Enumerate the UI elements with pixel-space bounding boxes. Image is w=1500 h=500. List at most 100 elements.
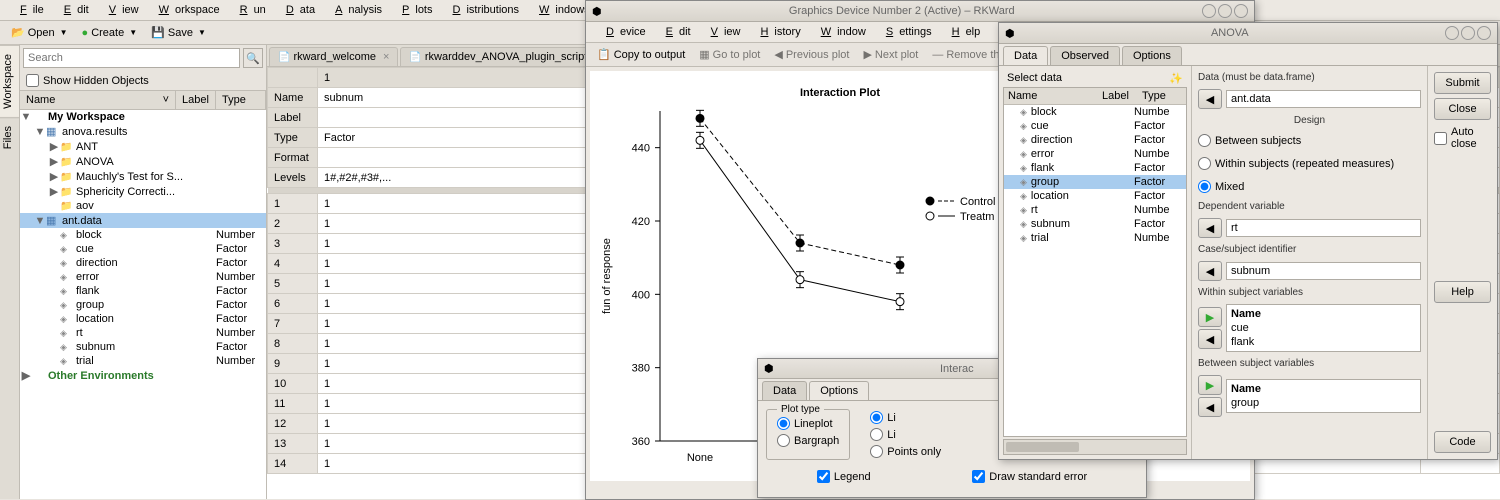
menu-settings[interactable]: Settings — [874, 24, 938, 40]
list-item[interactable]: cue — [1229, 321, 1418, 335]
menu-distributions[interactable]: Distributions — [441, 2, 526, 18]
create-button[interactable]: ●Create▼ — [77, 24, 143, 42]
graphics-titlebar[interactable]: ⬢ Graphics Device Number 2 (Active) – RK… — [586, 1, 1254, 22]
tab-options[interactable]: Options — [809, 381, 869, 400]
tree-row[interactable]: trialNumber — [20, 354, 266, 368]
close-icon[interactable]: × — [383, 51, 389, 63]
var-row[interactable]: flankFactor — [1004, 161, 1186, 175]
menu-history[interactable]: History — [748, 24, 806, 40]
help-button[interactable]: Help — [1434, 281, 1491, 303]
tree-row[interactable]: ▼ant.data — [20, 213, 266, 228]
tree-row[interactable]: blockNumber — [20, 228, 266, 242]
between-list[interactable]: Name group — [1226, 379, 1421, 413]
var-row[interactable]: errorNumbe — [1004, 147, 1186, 161]
remove-plot-button[interactable]: —Remove thi — [927, 46, 1007, 64]
save-button[interactable]: 💾Save▼ — [146, 23, 211, 42]
case-input[interactable] — [1226, 262, 1421, 280]
side-tab-workspace[interactable]: Workspace — [0, 45, 19, 117]
between-radio[interactable] — [1198, 134, 1211, 147]
prev-plot-button[interactable]: ◀Previous plot — [769, 45, 854, 64]
var-row[interactable]: blockNumbe — [1004, 105, 1186, 119]
arrow-left-button[interactable]: ◀ — [1198, 89, 1222, 109]
open-button[interactable]: 📂Open▼ — [6, 23, 73, 42]
tree-row[interactable]: aov — [20, 199, 266, 213]
submit-button[interactable]: Submit — [1434, 72, 1491, 94]
li-radio[interactable] — [870, 411, 883, 424]
menu-analysis[interactable]: Analysis — [323, 2, 388, 18]
minimize-button[interactable] — [1445, 26, 1459, 40]
tree-row[interactable]: ▶Mauchly's Test for S... — [20, 169, 266, 184]
dependent-input[interactable] — [1226, 219, 1421, 237]
bargraph-radio[interactable] — [777, 434, 790, 447]
tree-row[interactable]: cueFactor — [20, 242, 266, 256]
autoclose-checkbox[interactable] — [1434, 132, 1447, 145]
search-input[interactable] — [23, 48, 240, 68]
tree-row[interactable]: groupFactor — [20, 298, 266, 312]
tree-row[interactable]: ▶Other Environments — [20, 368, 266, 383]
scrollbar[interactable] — [1003, 439, 1187, 455]
maximize-button[interactable] — [1461, 26, 1475, 40]
tree-row[interactable]: errorNumber — [20, 270, 266, 284]
within-radio[interactable] — [1198, 157, 1211, 170]
var-row[interactable]: subnumFactor — [1004, 217, 1186, 231]
copy-output-button[interactable]: 📋Copy to output — [592, 45, 690, 64]
show-hidden-checkbox[interactable] — [26, 74, 39, 87]
menu-view[interactable]: View — [699, 24, 747, 40]
code-button[interactable]: Code — [1434, 431, 1491, 453]
var-row[interactable]: cueFactor — [1004, 119, 1186, 133]
menu-view[interactable]: View — [97, 2, 145, 18]
li2-radio[interactable] — [870, 428, 883, 441]
legend-checkbox[interactable] — [817, 470, 830, 483]
close-button[interactable] — [1234, 4, 1248, 18]
tree-row[interactable]: flankFactor — [20, 284, 266, 298]
tab-data[interactable]: Data — [762, 381, 807, 400]
arrow-left-button[interactable]: ◀ — [1198, 397, 1222, 417]
anova-titlebar[interactable]: ⬢ ANOVA — [999, 23, 1497, 44]
arrow-left-button[interactable]: ◀ — [1198, 261, 1222, 281]
close-button[interactable]: Close — [1434, 98, 1491, 120]
within-list[interactable]: Name cue flank — [1226, 304, 1421, 352]
arrow-right-button[interactable]: ▶ — [1198, 375, 1222, 395]
lineplot-radio[interactable] — [777, 417, 790, 430]
tab-observed[interactable]: Observed — [1050, 46, 1120, 65]
menu-edit[interactable]: Edit — [52, 2, 95, 18]
var-row[interactable]: directionFactor — [1004, 133, 1186, 147]
list-item[interactable]: flank — [1229, 335, 1418, 349]
arrow-left-button[interactable]: ◀ — [1198, 218, 1222, 238]
menu-run[interactable]: Run — [228, 2, 272, 18]
goto-plot-button[interactable]: ▦Go to plot — [694, 45, 765, 64]
menu-edit[interactable]: Edit — [654, 24, 697, 40]
next-plot-button[interactable]: ▶Next plot — [858, 45, 923, 64]
tree-row[interactable]: ▶ANT — [20, 139, 266, 154]
var-row[interactable]: rtNumbe — [1004, 203, 1186, 217]
menu-help[interactable]: Help — [940, 24, 987, 40]
menu-device[interactable]: Device — [594, 24, 652, 40]
tab-data[interactable]: Data — [1003, 46, 1048, 65]
wand-icon[interactable]: ✨ — [1169, 72, 1183, 85]
tree-row[interactable]: directionFactor — [20, 256, 266, 270]
close-button[interactable] — [1477, 26, 1491, 40]
var-row[interactable]: groupFactor — [1004, 175, 1186, 189]
tree-row[interactable]: ▶Sphericity Correcti... — [20, 184, 266, 199]
tree-row[interactable]: rtNumber — [20, 326, 266, 340]
data-input[interactable] — [1226, 90, 1421, 108]
list-item[interactable]: group — [1229, 396, 1418, 410]
minimize-button[interactable] — [1202, 4, 1216, 18]
points-only-radio[interactable] — [870, 445, 883, 458]
tree-row[interactable]: ▼My Workspace — [20, 110, 266, 124]
mixed-radio[interactable] — [1198, 180, 1211, 193]
draw-se-checkbox[interactable] — [972, 470, 985, 483]
tree-row[interactable]: locationFactor — [20, 312, 266, 326]
menu-workspace[interactable]: Workspace — [147, 2, 226, 18]
search-button[interactable]: 🔍 — [243, 48, 263, 68]
tab-options[interactable]: Options — [1122, 46, 1182, 65]
tree-row[interactable]: ▶ANOVA — [20, 154, 266, 169]
maximize-button[interactable] — [1218, 4, 1232, 18]
menu-data[interactable]: Data — [274, 2, 321, 18]
var-row[interactable]: trialNumbe — [1004, 231, 1186, 245]
menu-file[interactable]: File — [8, 2, 50, 18]
sort-icon[interactable]: ˅ — [163, 94, 169, 106]
editor-tab[interactable]: rkward_welcome× — [269, 47, 398, 66]
arrow-left-button[interactable]: ◀ — [1198, 329, 1222, 349]
var-row[interactable]: locationFactor — [1004, 189, 1186, 203]
